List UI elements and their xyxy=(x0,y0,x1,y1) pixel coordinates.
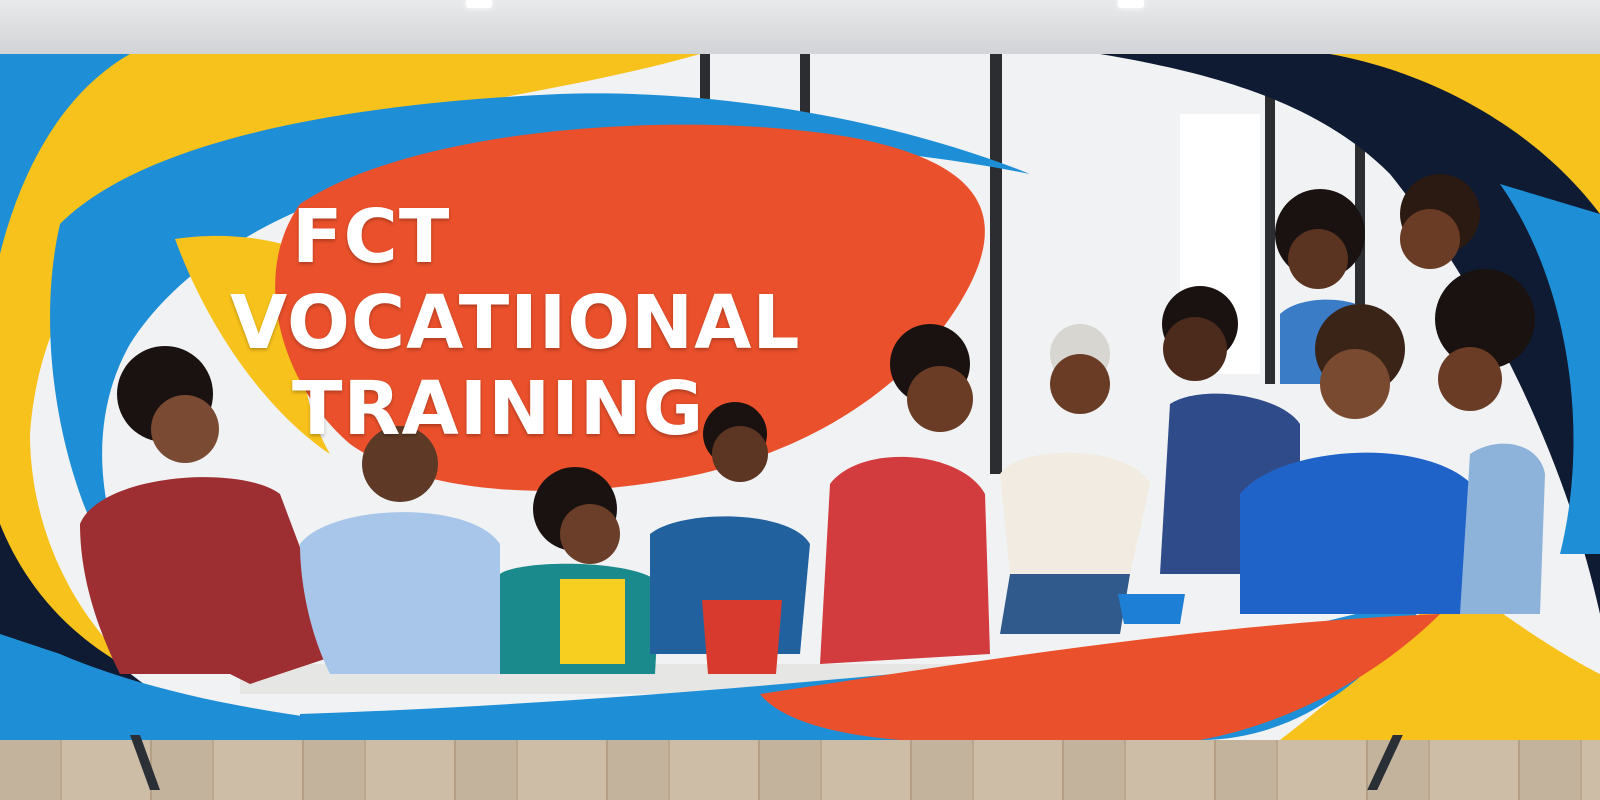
person-face xyxy=(151,395,219,463)
person-polo xyxy=(1240,452,1480,614)
person-face xyxy=(1050,354,1110,414)
banner: FCT VOCATIIONAL TRAINING xyxy=(0,54,1600,740)
person-face xyxy=(1320,349,1390,419)
person-face xyxy=(1163,317,1227,381)
person-sweater xyxy=(1000,452,1150,574)
person-face xyxy=(560,504,620,564)
person-shirt xyxy=(300,512,500,674)
person-face xyxy=(1400,209,1460,269)
wooden-floor xyxy=(0,740,1600,800)
person-shirt xyxy=(1460,443,1545,614)
wall xyxy=(0,0,1600,60)
blue-tub xyxy=(1118,594,1185,624)
scene: FCT VOCATIIONAL TRAINING xyxy=(0,0,1600,800)
person-shirt xyxy=(820,456,990,664)
headline-line-2: VOCATIIONAL xyxy=(230,280,801,366)
window-frame xyxy=(990,54,1002,474)
person-jeans xyxy=(1000,574,1130,634)
person-shirt xyxy=(560,579,625,664)
banner-headline: FCT VOCATIIONAL TRAINING xyxy=(230,194,930,452)
headline-line-1: FCT xyxy=(292,194,451,280)
ceiling-light xyxy=(466,0,492,8)
window-frame xyxy=(1265,84,1275,384)
ceiling-light xyxy=(1118,0,1144,8)
person-face xyxy=(1288,229,1348,289)
person-face xyxy=(1438,347,1502,411)
headline-line-3: TRAINING xyxy=(292,366,705,452)
red-bucket xyxy=(702,600,782,674)
